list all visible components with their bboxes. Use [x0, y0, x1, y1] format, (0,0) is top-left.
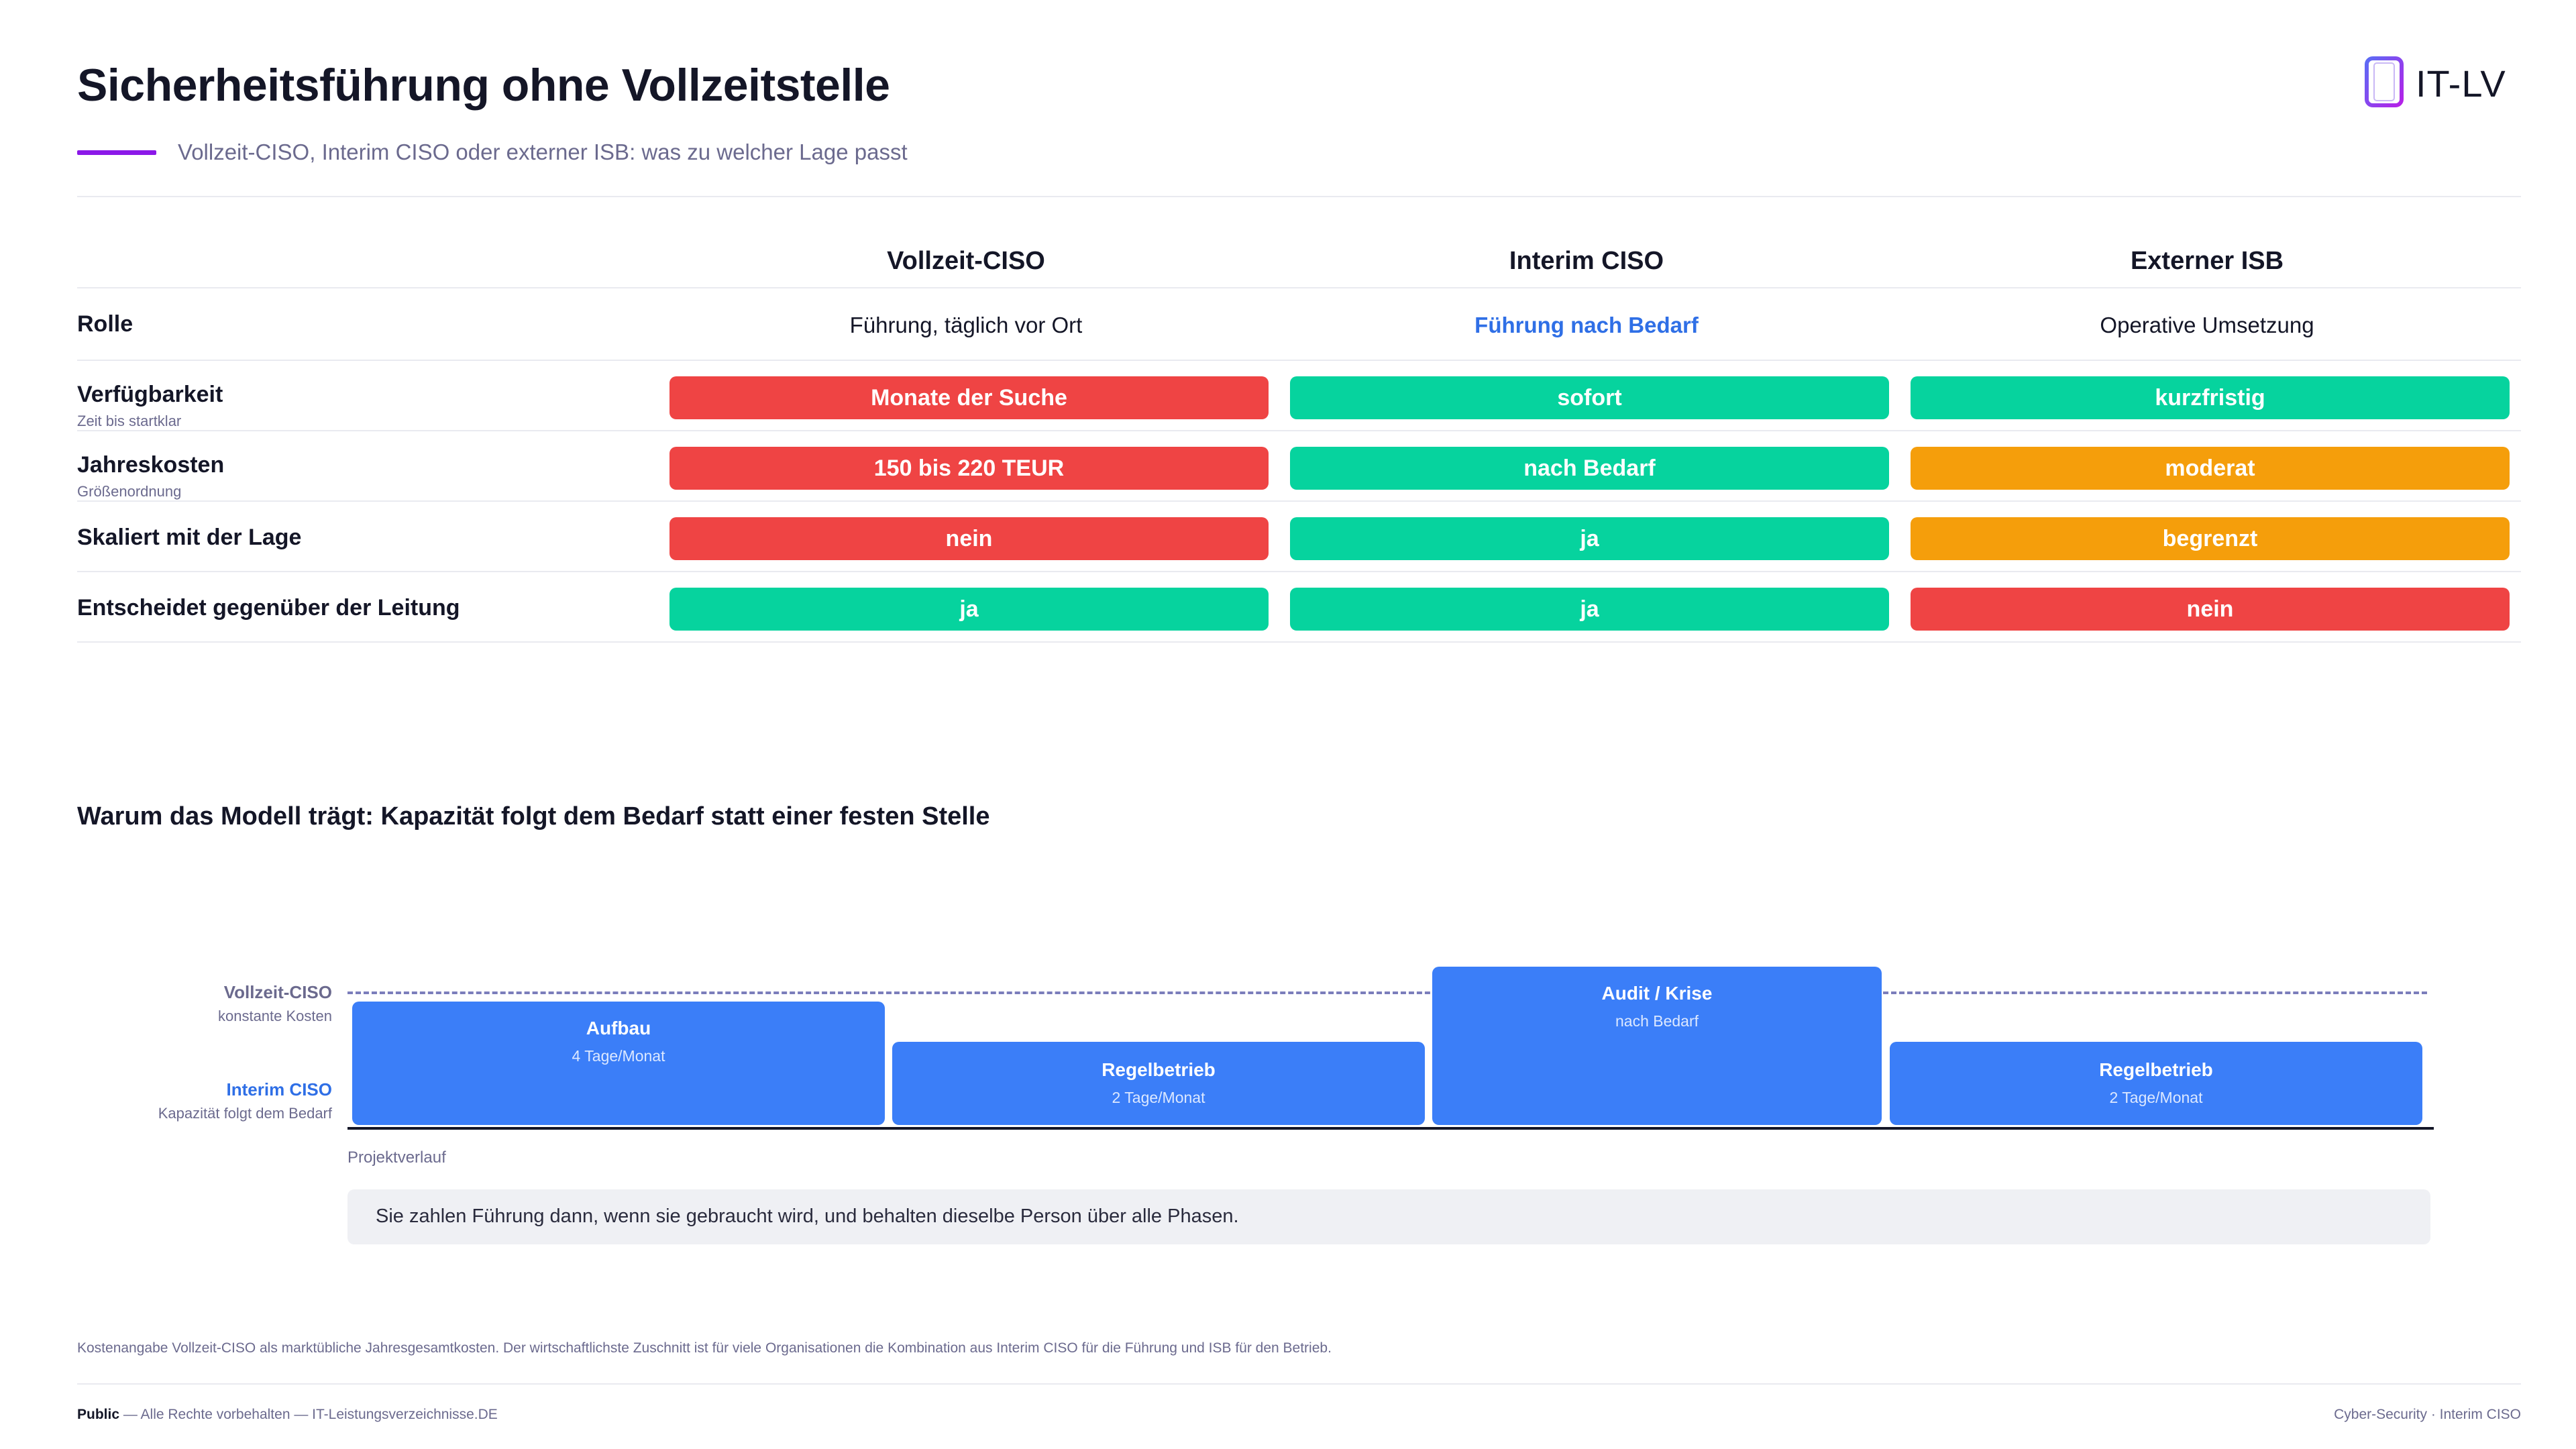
footer-divider [77, 1383, 2521, 1385]
table-divider [77, 571, 2521, 572]
callout-text: Sie zahlen Führung dann, wenn sie gebrau… [376, 1205, 1239, 1227]
phase-name: Regelbetrieb [1102, 1059, 1216, 1080]
footer-left: Public — Alle Rechte vorbehalten — IT-Le… [77, 1407, 498, 1423]
phase-detail: nach Bedarf [1615, 1012, 1699, 1030]
status-badge: nein [669, 517, 1269, 560]
status-badge: kurzfristig [1911, 376, 2510, 419]
table-divider [77, 500, 2521, 502]
logo: IT-LV [2365, 56, 2506, 111]
callout-box: Sie zahlen Führung dann, wenn sie gebrau… [347, 1189, 2430, 1244]
phase-bar-audit-krise: Audit / Krise nach Bedarf [1432, 967, 1882, 1125]
status-badge: Monate der Suche [669, 376, 1269, 419]
fulltime-level-sublabel: konstante Kosten [217, 1008, 332, 1024]
phase-detail: 4 Tage/Monat [572, 1047, 665, 1065]
column-header-external: Externer ISB [2130, 247, 2284, 275]
phase-bar-regelbetrieb: Regelbetrieb 2 Tage/Monat [892, 1042, 1425, 1125]
status-badge: moderat [1911, 447, 2510, 490]
interim-level-label: Interim CISO [226, 1079, 332, 1099]
phase-detail: 2 Tage/Monat [2109, 1089, 2203, 1106]
phase-bar-aufbau: Aufbau 4 Tage/Monat [352, 1002, 885, 1125]
row-label-decides: Entscheidet gegenüber der Leitung [77, 595, 460, 621]
page-title: Sicherheitsführung ohne Vollzeitstelle [77, 60, 890, 111]
page-subtitle: Vollzeit-CISO, Interim CISO oder externe… [178, 140, 908, 164]
status-badge: ja [669, 588, 1269, 631]
column-header-interim: Interim CISO [1509, 247, 1664, 275]
rights-text: — Alle Rechte vorbehalten — IT-Leistungs… [119, 1407, 498, 1422]
table-divider [77, 641, 2521, 643]
phase-detail: 2 Tage/Monat [1112, 1089, 1205, 1106]
status-badge: 150 bis 220 TEUR [669, 447, 1269, 490]
status-badge: nein [1911, 588, 2510, 631]
phase-name: Regelbetrieb [2099, 1059, 2213, 1080]
timeline-axis [347, 1127, 2434, 1130]
footnote: Kostenangabe Vollzeit-CISO als marktübli… [77, 1340, 1332, 1356]
status-badge: ja [1290, 517, 1889, 560]
role-cell-fulltime: Führung, täglich vor Ort [849, 313, 1083, 337]
row-label-role: Rolle [77, 311, 133, 337]
table-divider [77, 430, 2521, 431]
table-divider [77, 287, 2521, 288]
row-label-annual-cost: Jahreskosten [77, 452, 225, 478]
footer-category: Cyber-Security · Interim CISO [2334, 1407, 2521, 1422]
status-badge: nach Bedarf [1290, 447, 1889, 490]
phase-name: Aufbau [586, 1018, 651, 1038]
role-cell-external: Operative Umsetzung [2100, 313, 2314, 337]
fulltime-capacity-line [347, 991, 2427, 994]
status-badge: sofort [1290, 376, 1889, 419]
x-axis-label: Projektverlauf [347, 1148, 446, 1167]
row-label-availability: Verfügbarkeit [77, 382, 223, 407]
phase-name: Audit / Krise [1601, 983, 1713, 1004]
role-cell-interim: Führung nach Bedarf [1474, 313, 1699, 337]
status-badge: ja [1290, 588, 1889, 631]
interim-level-sublabel: Kapazität folgt dem Bedarf [158, 1105, 332, 1122]
row-sublabel-annual-cost: Größenordnung [77, 483, 182, 500]
column-header-fulltime: Vollzeit-CISO [887, 247, 1045, 275]
row-sublabel-availability: Zeit bis startklar [77, 413, 182, 429]
phase-bar-regelbetrieb: Regelbetrieb 2 Tage/Monat [1890, 1042, 2422, 1125]
status-badge: begrenzt [1911, 517, 2510, 560]
section-title: Warum das Modell trägt: Kapazität folgt … [77, 802, 990, 830]
header-divider [77, 196, 2521, 197]
classification-label: Public [77, 1407, 120, 1422]
fulltime-level-label: Vollzeit-CISO [223, 982, 332, 1002]
tablet-logo-icon [2365, 56, 2405, 111]
table-divider [77, 360, 2521, 361]
logo-text: IT-LV [2416, 62, 2506, 105]
title-accent-line [77, 150, 156, 155]
row-label-scales: Skaliert mit der Lage [77, 525, 302, 550]
